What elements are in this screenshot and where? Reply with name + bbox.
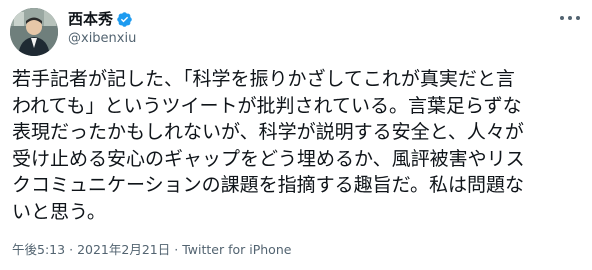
tweet-time[interactable]: 午後5:13	[12, 242, 65, 257]
tweet-source[interactable]: Twitter for iPhone	[182, 242, 291, 257]
tweet-text-line: 受け止める安心のギャップをどう埋めるか、風評被害やリス	[12, 147, 525, 170]
verified-badge-icon	[116, 11, 133, 28]
tweet-text-line: 表現だったかもしれないが、科学が説明する安全と、人々が	[12, 121, 524, 143]
tweet-text-line: いと思う。	[12, 200, 106, 223]
meta-separator: ·	[69, 242, 74, 257]
author-name-row[interactable]: 西本秀	[68, 9, 133, 29]
tweet-metadata: 午後5:13 · 2021年2月21日 · Twitter for iPhone	[12, 242, 291, 258]
more-options-icon[interactable]	[560, 10, 580, 26]
avatar[interactable]	[10, 8, 58, 56]
tweet-card: 西本秀 @xibenxiu 若手記者が記した、「科学を振りかざしてこれが真実だと…	[0, 0, 592, 270]
dot-icon	[560, 16, 564, 20]
display-name[interactable]: 西本秀	[68, 9, 113, 29]
dot-icon	[576, 16, 580, 20]
tweet-text-line: われても」というツイートが批判されている。言葉足らずな	[12, 94, 522, 117]
dot-icon	[568, 16, 572, 20]
handle[interactable]: @xibenxiu	[68, 30, 136, 48]
tweet-date[interactable]: 2021年2月21日	[77, 242, 170, 257]
meta-separator: ·	[174, 242, 179, 257]
tweet-text-line: クコミュニケーションの課題を指摘する趣旨だ。私は問題な	[12, 174, 525, 196]
tweet-text: 若手記者が記した、「科学を振りかざしてこれが真実だと言 われても」というツイート…	[12, 66, 584, 225]
tweet-text-line: 若手記者が記した、「科学を振りかざしてこれが真実だと言	[12, 68, 515, 90]
